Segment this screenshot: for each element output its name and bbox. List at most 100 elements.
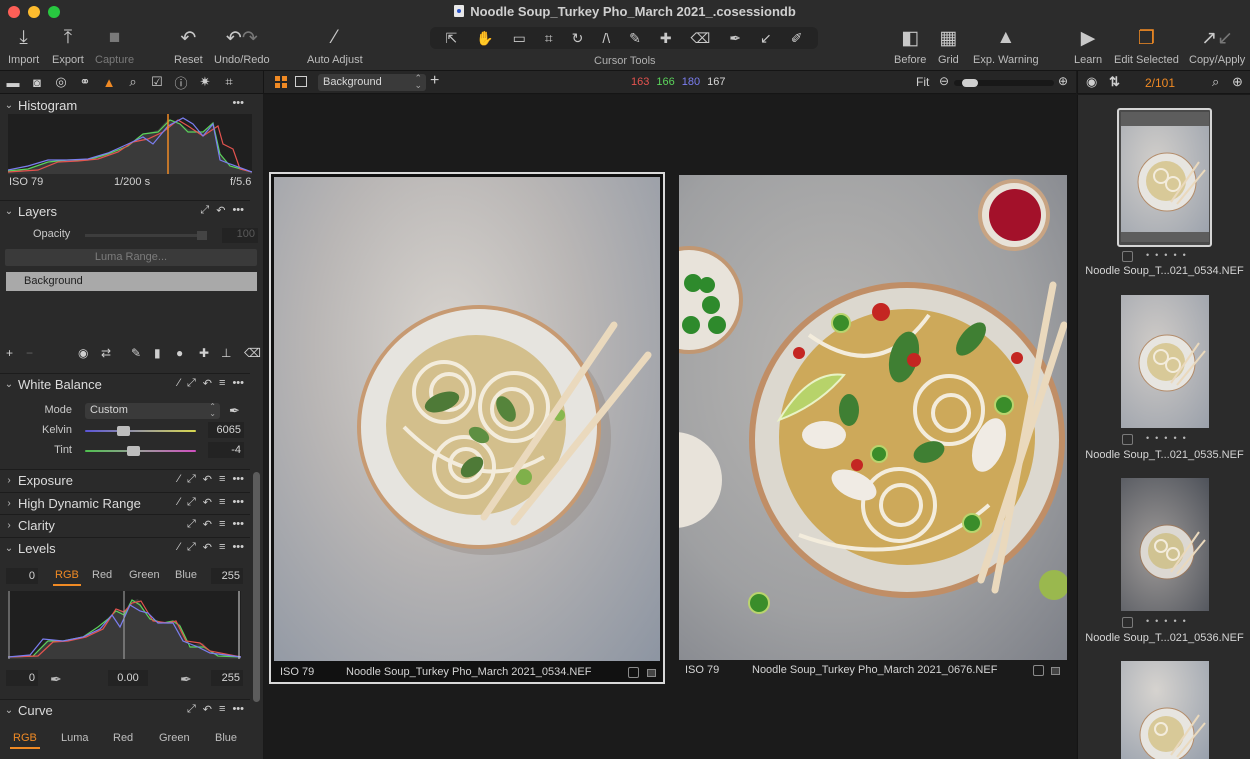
before-button[interactable]: ◧ Before [894, 26, 926, 67]
curve-header[interactable]: ⌄ Curve ⤢ ↶ ≡ ••• [0, 699, 250, 721]
auto-adjust-button[interactable]: ⁄ Auto Adjust [307, 26, 363, 66]
zoom-slider-thumb[interactable] [962, 79, 979, 87]
more-icon[interactable]: ••• [232, 377, 244, 390]
annotation-icon[interactable]: ✐ [791, 30, 803, 47]
select-checkbox[interactable] [628, 667, 639, 678]
thumbnail-1-image[interactable] [1121, 112, 1209, 242]
zoom-in-icon[interactable]: ⊕ [1058, 74, 1068, 88]
levels-input-high[interactable]: 255 [211, 568, 243, 584]
opacity-slider-thumb[interactable] [197, 231, 207, 240]
thumbnail-2-image[interactable] [1121, 295, 1209, 428]
exposure-header[interactable]: › Exposure ⁄ ⤢ ↶ ≡ ••• [0, 469, 250, 491]
undo-icon[interactable]: ↶ [226, 27, 242, 50]
eye-icon[interactable]: ◉ [78, 346, 88, 360]
curve-tab-rgb[interactable]: RGB [10, 732, 40, 749]
levels-tab-blue[interactable]: Blue [175, 569, 197, 581]
reset-button[interactable]: ↶ Reset [174, 26, 203, 67]
thumbnail-zoom-icon[interactable]: ⊕ [1232, 74, 1243, 90]
lens-tab-icon[interactable]: ⚭ [78, 74, 92, 90]
wb-picker-icon[interactable]: ✒ [229, 403, 240, 419]
linear-gradient-icon[interactable]: ▮ [154, 346, 161, 360]
select-icon[interactable]: ⇱ [445, 30, 457, 47]
expand-icon[interactable]: ⤢ [187, 518, 196, 531]
export-button[interactable]: ⤒ Export [52, 26, 84, 66]
color-picker-icon[interactable]: ✒ [729, 30, 741, 47]
rotate-icon[interactable]: ↻ [572, 30, 584, 47]
thumbnail-3-rating[interactable]: ••••• [1146, 616, 1192, 626]
swap-icon[interactable]: ⇄ [101, 346, 111, 360]
more-icon[interactable]: ••• [232, 541, 244, 554]
radial-gradient-icon[interactable]: ● [176, 346, 183, 360]
brush-icon[interactable]: ✎ [629, 30, 641, 47]
thumbnail-2-checkbox[interactable] [1122, 434, 1133, 445]
color-tab-icon[interactable]: ◎ [54, 74, 68, 90]
auto-icon[interactable]: ⁄ [178, 541, 180, 554]
copy-icon[interactable]: ↗ [1201, 27, 1217, 50]
luma-range-button[interactable]: Luma Range... [5, 249, 257, 266]
viewer-image-2[interactable]: ISO 79 Noodle Soup_Turkey Pho_March 2021… [677, 174, 1069, 682]
white-balance-header[interactable]: ⌄ White Balance ⁄ ⤢ ↶ ≡ ••• [0, 373, 250, 395]
import-button[interactable]: ⤓ Import [8, 26, 39, 66]
expand-icon[interactable]: ⤢ [200, 204, 209, 217]
zoom-out-icon[interactable]: ⊖ [939, 74, 949, 88]
expand-icon[interactable]: ⤢ [187, 377, 196, 390]
search-icon[interactable]: ⌕ [1212, 74, 1219, 90]
presets-icon[interactable]: ≡ [219, 496, 225, 509]
thumbnail-3-checkbox[interactable] [1122, 617, 1133, 628]
more-icon[interactable]: ••• [232, 97, 244, 109]
more-icon[interactable]: ••• [232, 204, 244, 217]
presets-icon[interactable]: ≡ [219, 541, 225, 554]
presets-icon[interactable]: ≡ [219, 377, 225, 390]
normalize-icon[interactable]: ↙ [760, 30, 772, 47]
opacity-value[interactable]: 100 [222, 228, 258, 243]
multi-view-icon[interactable] [275, 76, 287, 88]
auto-icon[interactable]: ⁄ [178, 496, 180, 509]
library-tab-icon[interactable]: ▬ [6, 75, 20, 90]
exposure-tab-icon[interactable]: ▲ [96, 75, 122, 96]
mode-select[interactable]: Custom ⌃ ⌄ [85, 403, 220, 419]
single-view-icon[interactable] [295, 76, 307, 87]
exposure-warning-button[interactable]: ▲ Exp. Warning [973, 26, 1039, 66]
tint-value[interactable]: -4 [208, 442, 244, 458]
kelvin-slider-thumb[interactable] [116, 426, 130, 436]
black-point-picker-icon[interactable]: ✒ [50, 671, 62, 688]
add-layer-icon[interactable]: + [430, 72, 439, 90]
auto-icon[interactable]: ⁄ [178, 377, 180, 390]
apply-icon[interactable]: ↙ [1217, 27, 1233, 50]
curve-tab-blue[interactable]: Blue [215, 732, 237, 744]
expand-icon[interactable]: ⤢ [187, 703, 196, 716]
curve-tab-green[interactable]: Green [159, 732, 190, 744]
grid-button[interactable]: ▦ Grid [938, 26, 959, 67]
tool-panel-scrollbar[interactable] [253, 472, 260, 702]
reset-icon[interactable]: ↶ [203, 473, 212, 486]
reset-icon[interactable]: ↶ [203, 377, 212, 390]
layers-header[interactable]: ⌄ Layers ⤢ ↶ ••• [0, 200, 250, 222]
crop-tab-icon[interactable]: ⌗ [222, 74, 236, 90]
fit-button[interactable]: Fit [916, 75, 929, 89]
levels-tab-green[interactable]: Green [129, 569, 160, 581]
eye-icon[interactable]: ◉ [1086, 74, 1097, 90]
capture-button[interactable]: ■ Capture [95, 26, 134, 66]
keystone-icon[interactable]: /\ [602, 30, 610, 46]
thumbnail-3-image[interactable] [1121, 478, 1209, 611]
thumbnail-1-rating[interactable]: ••••• [1146, 250, 1192, 260]
pan-hand-icon[interactable]: ✋ [476, 30, 493, 47]
more-icon[interactable]: ••• [232, 518, 244, 531]
eraser-icon[interactable]: ⌫ [244, 346, 261, 360]
levels-header[interactable]: ⌄ Levels ⁄ ⤢ ↶ ≡ ••• [0, 537, 250, 559]
white-point-picker-icon[interactable]: ✒ [180, 671, 192, 688]
details-tab-icon[interactable]: ⌕ [126, 74, 140, 90]
crop-icon[interactable]: ⌗ [545, 30, 553, 47]
brush-icon[interactable]: ✎ [131, 346, 141, 360]
thumbnail-4-image[interactable] [1121, 661, 1209, 759]
learn-button[interactable]: ▶ Learn [1074, 26, 1102, 67]
layer-item-background[interactable]: Background [6, 272, 257, 291]
levels-midpoint[interactable]: 0.00 [108, 670, 148, 686]
output-tab-icon[interactable]: ✷ [198, 74, 212, 90]
copy-apply-button[interactable]: ↗ ↙ Copy/Apply [1189, 26, 1245, 67]
more-icon[interactable]: ••• [232, 496, 244, 509]
hdr-header[interactable]: › High Dynamic Range ⁄ ⤢ ↶ ≡ ••• [0, 492, 250, 514]
tint-slider-thumb[interactable] [126, 446, 140, 456]
presets-icon[interactable]: ≡ [219, 703, 225, 716]
reset-icon[interactable]: ↶ [203, 703, 212, 716]
